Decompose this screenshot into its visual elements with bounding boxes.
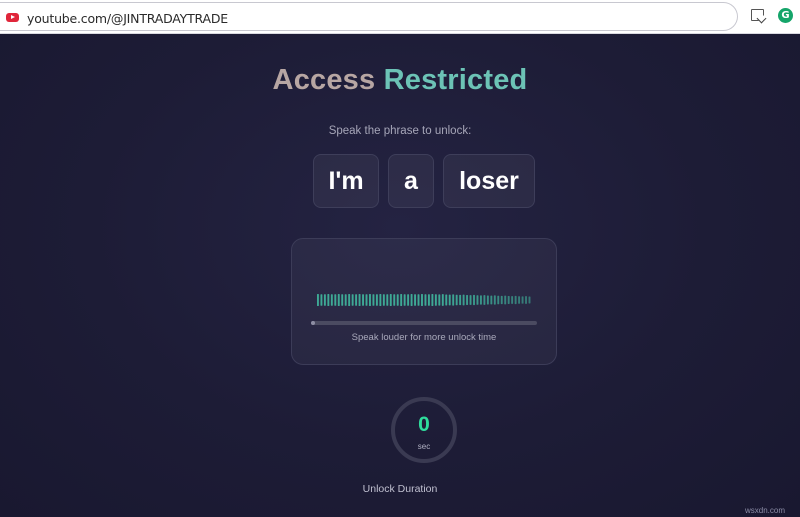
unlock-progress-bar xyxy=(311,321,537,325)
install-app-icon[interactable] xyxy=(751,9,764,21)
waveform-bar xyxy=(483,295,486,305)
waveform-bar xyxy=(323,294,326,306)
url-text[interactable]: youtube.com/@JINTRADAYTRADE xyxy=(27,11,228,26)
waveform-bar xyxy=(386,294,389,306)
waveform-bar xyxy=(448,294,451,306)
waveform-bar xyxy=(493,295,496,305)
waveform-bar xyxy=(473,294,475,306)
waveform-bar xyxy=(389,293,392,307)
waveform-bar xyxy=(369,293,371,307)
unlock-progress-fill xyxy=(311,321,315,325)
waveform-bar xyxy=(375,294,378,306)
timer-value: 0 xyxy=(418,413,430,436)
waveform-bar xyxy=(504,295,507,305)
title-part-restricted: Restricted xyxy=(383,64,528,96)
address-bar[interactable]: youtube.com/@JINTRADAYTRADE xyxy=(0,2,738,31)
waveform-bar xyxy=(421,293,423,307)
waveform-bar xyxy=(320,294,323,306)
waveform-bar xyxy=(382,294,385,306)
waveform-bar xyxy=(341,294,344,306)
youtube-icon xyxy=(6,13,19,22)
waveform-bar xyxy=(403,294,406,306)
waveform-bar xyxy=(521,296,524,304)
watermark: wsxdn.com xyxy=(745,506,786,515)
waveform-bar xyxy=(393,294,396,306)
waveform-bar xyxy=(344,294,347,306)
waveform-bar xyxy=(466,295,469,305)
waveform-bar xyxy=(365,294,368,306)
waveform-bar xyxy=(330,294,333,306)
waveform-bar xyxy=(351,294,354,306)
waveform-bar xyxy=(372,294,375,306)
waveform-bar xyxy=(400,293,403,307)
waveform-bar xyxy=(462,294,465,306)
volume-hint: Speak louder for more unlock time xyxy=(351,332,497,343)
waveform-bar xyxy=(327,293,330,307)
grammarly-icon[interactable]: G xyxy=(778,8,793,23)
waveform-bar xyxy=(337,293,340,307)
waveform-bar xyxy=(525,296,527,304)
waveform-bar xyxy=(427,294,430,306)
phrase-word-2: a xyxy=(388,154,434,208)
waveform-bar xyxy=(355,294,358,306)
waveform-bar xyxy=(317,293,319,307)
waveform-bar xyxy=(410,293,413,307)
waveform-bar xyxy=(417,294,420,306)
waveform-bar xyxy=(424,294,427,306)
waveform-bar xyxy=(500,295,503,305)
waveform-bar xyxy=(514,295,517,305)
waveform-bar xyxy=(469,295,472,305)
waveform-bar xyxy=(438,294,441,306)
phrase-word-3: loser xyxy=(443,154,535,208)
browser-toolbar: youtube.com/@JINTRADAYTRADE G xyxy=(0,0,800,34)
waveform-bar xyxy=(407,294,410,306)
waveform-bar xyxy=(358,293,361,307)
phrase-word-1: I'm xyxy=(313,154,379,208)
waveform-bar xyxy=(511,296,514,304)
page-title: Access Restricted xyxy=(0,64,800,97)
title-part-access: Access xyxy=(272,64,376,96)
waveform-bar xyxy=(486,295,489,305)
instruction-text: Speak the phrase to unlock: xyxy=(328,125,472,137)
waveform-bar xyxy=(348,293,351,307)
waveform-bar xyxy=(445,294,448,306)
waveform-bar xyxy=(479,295,482,305)
waveform-bar xyxy=(518,296,521,304)
waveform-bar xyxy=(507,296,510,304)
audio-waveform xyxy=(317,293,531,307)
waveform-bar xyxy=(334,294,337,306)
timer-label: Unlock Duration xyxy=(362,483,438,495)
waveform-bar xyxy=(362,294,364,306)
waveform-bar xyxy=(396,294,399,306)
waveform-bar xyxy=(459,294,462,306)
waveform-bar xyxy=(455,294,458,306)
waveform-bar xyxy=(452,294,455,306)
page-content: Access Restricted Speak the phrase to un… xyxy=(0,34,800,517)
waveform-bar xyxy=(414,294,417,306)
waveform-bar xyxy=(497,295,500,305)
waveform-bar xyxy=(434,294,437,306)
waveform-bar xyxy=(528,296,531,304)
waveform-bar xyxy=(441,294,444,306)
timer-unit: sec xyxy=(417,442,431,451)
waveform-bar xyxy=(476,295,479,305)
waveform-bar xyxy=(431,293,434,307)
waveform-bar xyxy=(490,295,493,305)
waveform-bar xyxy=(379,293,382,307)
